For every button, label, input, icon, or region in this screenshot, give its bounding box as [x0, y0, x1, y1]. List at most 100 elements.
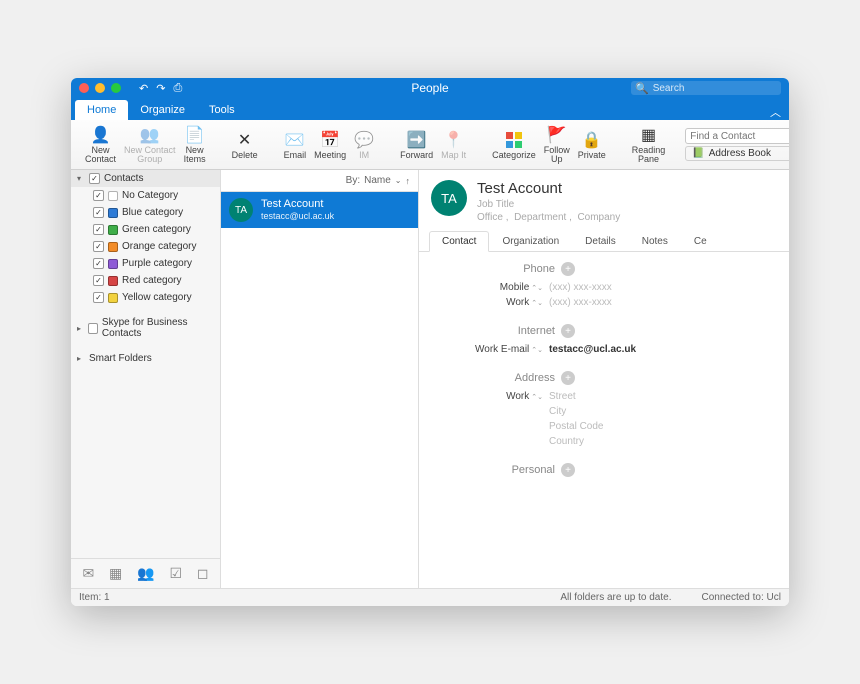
zoom-window-button[interactable]: [111, 83, 121, 93]
job-title-placeholder[interactable]: Job Title: [477, 199, 620, 210]
tab-tools[interactable]: Tools: [197, 100, 247, 120]
sidebar-contacts-header[interactable]: ▾ Contacts: [71, 170, 220, 187]
im-icon: 💬: [354, 130, 374, 150]
field-label[interactable]: Work⌃⌄: [433, 297, 543, 308]
lock-icon: 🔒: [582, 130, 602, 150]
detail-tab-certificates[interactable]: Ce: [681, 231, 720, 251]
sidebar-category-item[interactable]: Orange category: [71, 238, 220, 255]
meeting-button[interactable]: 📅 Meeting: [310, 128, 350, 162]
department-placeholder[interactable]: Department: [514, 212, 566, 223]
office-placeholder[interactable]: Office: [477, 212, 503, 223]
categorize-icon: [506, 130, 522, 150]
close-window-button[interactable]: [79, 83, 89, 93]
detail-tab-notes[interactable]: Notes: [629, 231, 681, 251]
search-box[interactable]: 🔍: [631, 81, 781, 95]
people-view-icon[interactable]: 👥: [137, 565, 154, 582]
mail-view-icon[interactable]: ✉: [82, 565, 94, 582]
sidebar-category-item[interactable]: Red category: [71, 272, 220, 289]
category-checkbox[interactable]: [93, 207, 104, 218]
add-personal-button[interactable]: +: [561, 463, 575, 477]
detail-tab-details[interactable]: Details: [572, 231, 629, 251]
field-label[interactable]: Work⌃⌄: [433, 391, 543, 402]
sidebar-skype-header[interactable]: ▸ Skype for Business Contacts: [71, 314, 220, 342]
undo-icon[interactable]: ↶: [139, 82, 148, 95]
category-checkbox[interactable]: [93, 275, 104, 286]
sidebar-smart-label: Smart Folders: [89, 353, 152, 364]
sort-asc-icon[interactable]: ↑: [406, 176, 411, 186]
tab-home[interactable]: Home: [75, 100, 128, 120]
tab-organize[interactable]: Organize: [128, 100, 197, 120]
sidebar-category-item[interactable]: Purple category: [71, 255, 220, 272]
tasks-view-icon[interactable]: ☑: [169, 565, 182, 582]
field-value[interactable]: City: [549, 406, 566, 417]
collapse-ribbon-icon[interactable]: ︿: [770, 104, 781, 120]
window-title: People: [411, 81, 448, 95]
category-swatch: [108, 191, 118, 201]
sidebar: ▾ Contacts No Category Blue category Gre…: [71, 170, 221, 588]
sidebar-smart-folders[interactable]: ▸ Smart Folders: [71, 350, 220, 367]
add-phone-button[interactable]: +: [561, 262, 575, 276]
search-input[interactable]: [653, 83, 777, 94]
field-value[interactable]: Street: [549, 391, 576, 402]
categorize-button[interactable]: Categorize: [488, 128, 540, 162]
email-button[interactable]: ✉️ Email: [280, 128, 311, 162]
section-title: Address: [515, 372, 555, 384]
sidebar-category-item[interactable]: No Category: [71, 187, 220, 204]
follow-up-button[interactable]: 🚩 Follow Up: [540, 123, 574, 166]
minimize-window-button[interactable]: [95, 83, 105, 93]
sidebar-category-item[interactable]: Blue category: [71, 204, 220, 221]
add-address-button[interactable]: +: [561, 371, 575, 385]
detail-tab-organization[interactable]: Organization: [489, 231, 572, 251]
map-it-button[interactable]: 📍 Map It: [437, 128, 470, 162]
field-row: City: [433, 404, 775, 419]
private-button[interactable]: 🔒 Private: [574, 128, 610, 162]
redo-icon[interactable]: ↷: [156, 82, 165, 95]
contact-name: Test Account: [477, 180, 620, 197]
field-value[interactable]: Country: [549, 436, 584, 447]
sort-by-label: By:: [346, 175, 360, 186]
calendar-view-icon[interactable]: ▦: [109, 565, 122, 582]
forward-button[interactable]: ➡️ Forward: [396, 128, 437, 162]
category-swatch: [108, 225, 118, 235]
sidebar-contacts-label: Contacts: [104, 173, 143, 184]
contacts-checkbox[interactable]: [89, 173, 100, 184]
find-contact-input[interactable]: [685, 128, 789, 144]
category-checkbox[interactable]: [93, 258, 104, 269]
field-value[interactable]: (xxx) xxx-xxxx: [549, 297, 612, 308]
category-checkbox[interactable]: [93, 241, 104, 252]
field-label[interactable]: Work E-mail⌃⌄: [433, 344, 543, 355]
sidebar-category-item[interactable]: Green category: [71, 221, 220, 238]
delete-button[interactable]: ✕ Delete: [228, 128, 262, 162]
address-book-button[interactable]: 📗 Address Book: [685, 146, 789, 161]
new-contact-group-button[interactable]: 👥 New Contact Group: [120, 123, 180, 166]
reading-pane-button[interactable]: ▦ Reading Pane: [628, 123, 670, 166]
field-row: Work⌃⌄ (xxx) xxx-xxxx: [433, 295, 775, 310]
new-contact-button[interactable]: 👤 New Contact: [81, 123, 120, 166]
category-checkbox[interactable]: [93, 190, 104, 201]
contact-list-item[interactable]: TA Test Account testacc@ucl.ac.uk: [221, 192, 418, 228]
contact-email: testacc@ucl.ac.uk: [261, 211, 334, 222]
sidebar-category-item[interactable]: Yellow category: [71, 289, 220, 306]
print-icon[interactable]: ⎙: [173, 82, 182, 95]
category-label: Green category: [122, 224, 191, 235]
nav-switcher: ✉ ▦ 👥 ☑ ◻: [71, 558, 220, 588]
skype-checkbox[interactable]: [88, 323, 98, 334]
field-row: Work E-mail⌃⌄ testacc@ucl.ac.uk: [433, 342, 775, 357]
field-value[interactable]: testacc@ucl.ac.uk: [549, 344, 636, 355]
field-value[interactable]: Postal Code: [549, 421, 603, 432]
notes-view-icon[interactable]: ◻: [197, 565, 209, 582]
detail-tab-contact[interactable]: Contact: [429, 231, 489, 252]
field-row: Country: [433, 434, 775, 449]
category-checkbox[interactable]: [93, 292, 104, 303]
sidebar-skype-label: Skype for Business Contacts: [102, 317, 214, 339]
company-placeholder[interactable]: Company: [577, 212, 620, 223]
im-button[interactable]: 💬 IM: [350, 128, 378, 162]
add-internet-button[interactable]: +: [561, 324, 575, 338]
field-value[interactable]: (xxx) xxx-xxxx: [549, 282, 612, 293]
avatar: TA: [431, 180, 467, 216]
new-items-button[interactable]: 📄 New Items: [180, 123, 210, 166]
field-label[interactable]: Mobile⌃⌄: [433, 282, 543, 293]
contact-name: Test Account: [261, 198, 334, 211]
list-sort-header[interactable]: By: Name ⌄ ↑: [221, 170, 418, 192]
category-checkbox[interactable]: [93, 224, 104, 235]
